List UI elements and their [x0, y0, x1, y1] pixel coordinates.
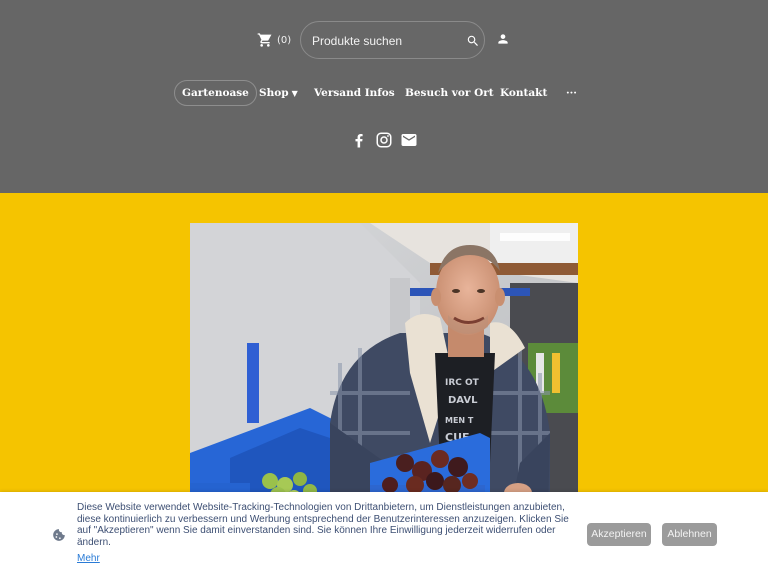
cookie-banner: Diese Website verwendet Website-Tracking…: [0, 492, 768, 576]
cart-button[interactable]: (0): [257, 30, 291, 50]
svg-text:DAVL: DAVL: [448, 395, 478, 406]
svg-text:IRC OT: IRC OT: [445, 378, 480, 388]
nav-item-shop[interactable]: Shop ▼: [259, 80, 298, 106]
facebook-icon[interactable]: [350, 131, 368, 149]
search-input[interactable]: [312, 31, 460, 51]
caret-down-icon: ▼: [291, 89, 298, 98]
search-icon[interactable]: [466, 34, 480, 48]
mail-icon[interactable]: [400, 131, 418, 149]
main-nav: Gartenoase Shop ▼ Versand Infos Besuch vo…: [0, 80, 768, 106]
cookie-icon: [52, 528, 66, 542]
instagram-icon[interactable]: [375, 131, 393, 149]
cookie-more-link[interactable]: Mehr: [77, 553, 100, 564]
cart-icon: [257, 32, 273, 48]
nav-item-versand-infos[interactable]: Versand Infos: [314, 80, 395, 106]
svg-text:MEN T: MEN T: [445, 416, 474, 425]
site-header: (0) Gartenoase Shop▼ Versand Infos Besuc…: [0, 0, 768, 193]
cookie-consent-text: Diese Website verwendet Website-Tracking…: [77, 502, 569, 548]
nav-item-kontakt[interactable]: Kontakt: [500, 80, 547, 106]
search-box: [300, 21, 485, 59]
nav-item-gartenoase[interactable]: Gartenoase: [174, 80, 257, 106]
hero-photo: IRC OT DAVL MEN T CUE: [190, 223, 578, 523]
decline-cookies-button[interactable]: Ablehnen: [662, 523, 717, 546]
accept-cookies-button[interactable]: Akzeptieren: [587, 523, 651, 546]
nav-item-besuch-vor-ort[interactable]: Besuch vor Ort: [405, 80, 494, 106]
user-account-icon[interactable]: [496, 32, 510, 46]
cart-count: (0): [277, 34, 292, 46]
nav-item-more[interactable]: ···: [566, 80, 577, 106]
